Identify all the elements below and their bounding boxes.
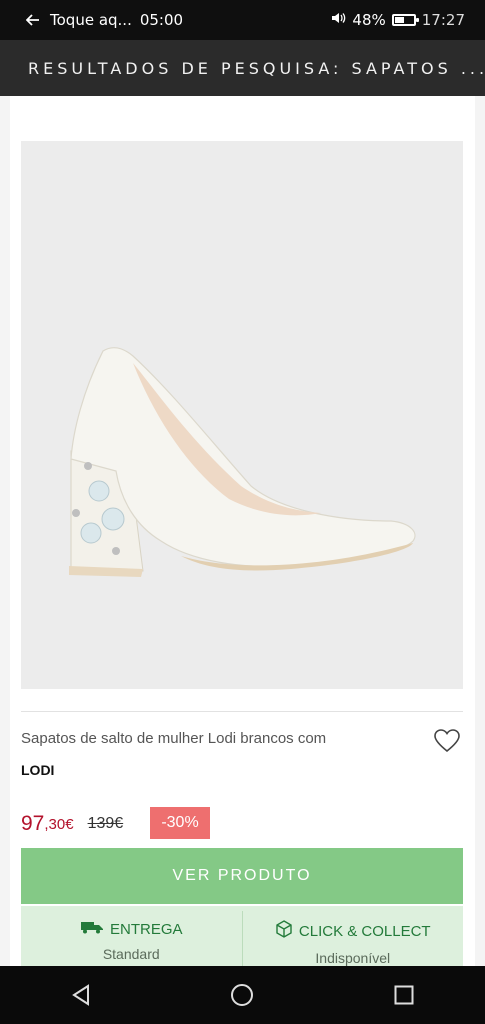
product-card[interactable]: Sapatos de salto de mulher Lodi brancos … (10, 96, 475, 966)
product-name[interactable]: Sapatos de salto de mulher Lodi brancos … (21, 730, 326, 747)
volume-icon (330, 10, 346, 30)
home-nav-icon[interactable] (222, 975, 262, 1015)
collect-value: Indisponível (315, 950, 391, 966)
delivery-shipping: ENTREGA Standard (21, 906, 242, 966)
back-nav-icon[interactable] (61, 975, 101, 1015)
status-bar: Toque aq... 05:00 48% 17:27 (0, 0, 485, 40)
price-current: 97 (21, 812, 45, 835)
shipping-value: Standard (102, 946, 160, 962)
system-nav-bar (0, 966, 485, 1024)
results-list[interactable]: Sapatos de salto de mulher Lodi brancos … (0, 96, 485, 966)
divider (21, 711, 463, 712)
discount-badge: -30% (150, 807, 210, 839)
back-arrow-icon[interactable] (24, 11, 42, 29)
page-title: RESULTADOS DE PESQUISA: SAPATOS ... (28, 58, 485, 78)
heart-icon[interactable] (433, 728, 461, 754)
collect-label: CLICK & COLLECT (298, 922, 431, 940)
alarm-time: 05:00 (139, 11, 184, 29)
search-results-header: RESULTADOS DE PESQUISA: SAPATOS ... (0, 40, 485, 96)
price-cents: ,30€ (44, 815, 74, 833)
shipping-label: ENTREGA (109, 920, 183, 938)
price-original: 139€ (87, 815, 124, 832)
clock: 17:27 (421, 11, 465, 29)
delivery-options: ENTREGA Standard CLICK & COLLECT Indispo… (21, 906, 463, 966)
battery-percent: 48% (352, 11, 386, 29)
delivery-collect: CLICK & COLLECT Indisponível (241, 911, 464, 966)
box-icon (275, 920, 293, 942)
product-image[interactable] (21, 141, 463, 689)
truck-icon (80, 920, 104, 938)
recents-nav-icon[interactable] (384, 975, 424, 1015)
product-brand[interactable]: LODI (21, 762, 54, 778)
price: 97 ,30€ 139€ (21, 808, 123, 840)
view-product-button[interactable]: VER PRODUTO (21, 848, 463, 904)
battery-icon (391, 14, 419, 26)
notification-text[interactable]: Toque aq... (50, 11, 132, 29)
white-pump-shoe-icon (69, 347, 416, 577)
